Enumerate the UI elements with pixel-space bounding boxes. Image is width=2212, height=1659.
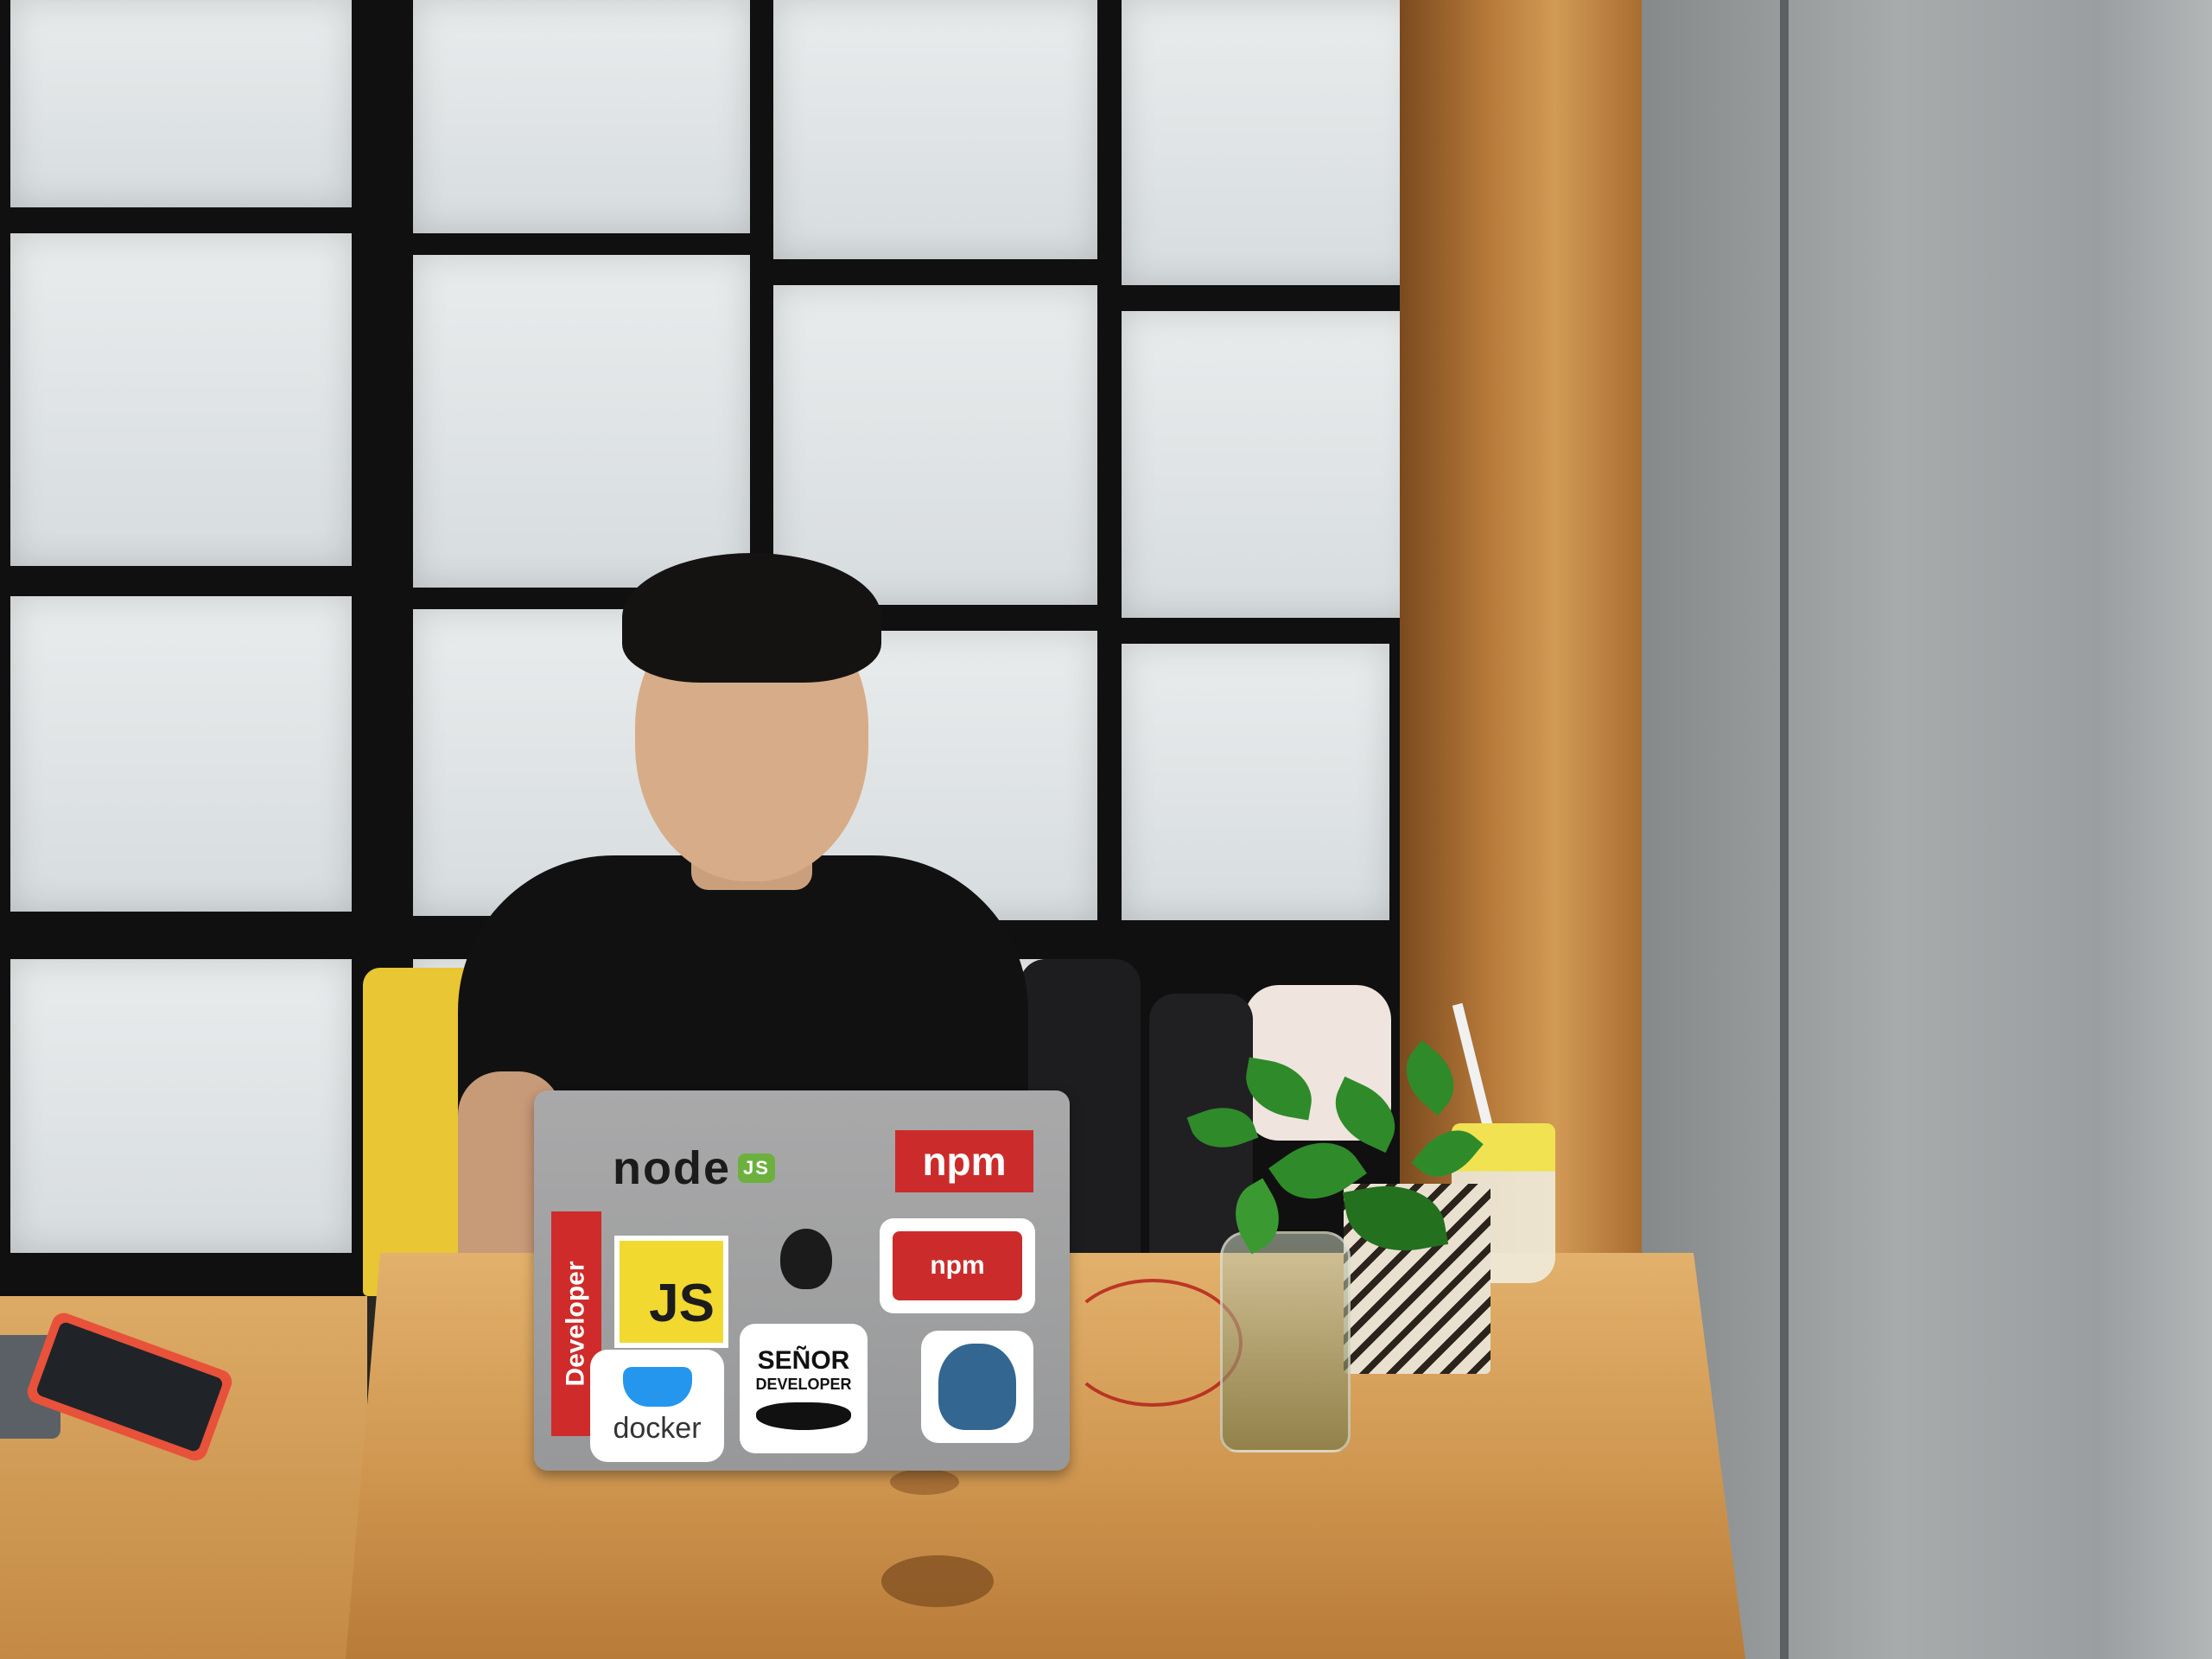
docker-sticker-text: docker <box>613 1411 702 1445</box>
npm-arrows-text: npm <box>930 1251 985 1280</box>
npm-arrows-sticker: npm <box>880 1218 1035 1313</box>
apple-logo-icon <box>780 1229 832 1289</box>
wood-knot <box>881 1555 994 1607</box>
senor-line1: SEÑOR <box>757 1346 850 1375</box>
node-sticker: node JS <box>586 1138 802 1198</box>
photo-scene: node JS npm Developer JS npm SEÑOR DEVEL… <box>0 0 2212 1659</box>
js-sticker: JS <box>614 1236 728 1348</box>
laptop-lid: node JS npm Developer JS npm SEÑOR DEVEL… <box>534 1090 1070 1471</box>
senor-developer-sticker: SEÑOR DEVELOPER <box>740 1324 868 1453</box>
gray-wall <box>1642 0 2212 1659</box>
node-sticker-text: node <box>613 1142 732 1194</box>
senor-line2: DEVELOPER <box>755 1376 852 1393</box>
postgres-sticker <box>921 1331 1033 1443</box>
wall-edge <box>1780 0 1789 1659</box>
postgres-elephant-icon <box>935 1340 1020 1433</box>
person-hair <box>622 553 881 683</box>
docker-sticker: docker <box>590 1350 724 1462</box>
npm-sticker-text: npm <box>922 1139 1007 1184</box>
npm-sticker: npm <box>895 1130 1033 1192</box>
pothos-plant <box>1175 1037 1486 1296</box>
developer-sticker-text: Developer <box>562 1261 591 1387</box>
js-sticker-text: JS <box>649 1274 715 1333</box>
docker-whale-icon <box>622 1366 692 1407</box>
mustache-icon <box>756 1402 851 1430</box>
wood-knot <box>890 1469 959 1495</box>
red-cable <box>1063 1279 1243 1407</box>
node-js-badge: JS <box>738 1154 775 1183</box>
